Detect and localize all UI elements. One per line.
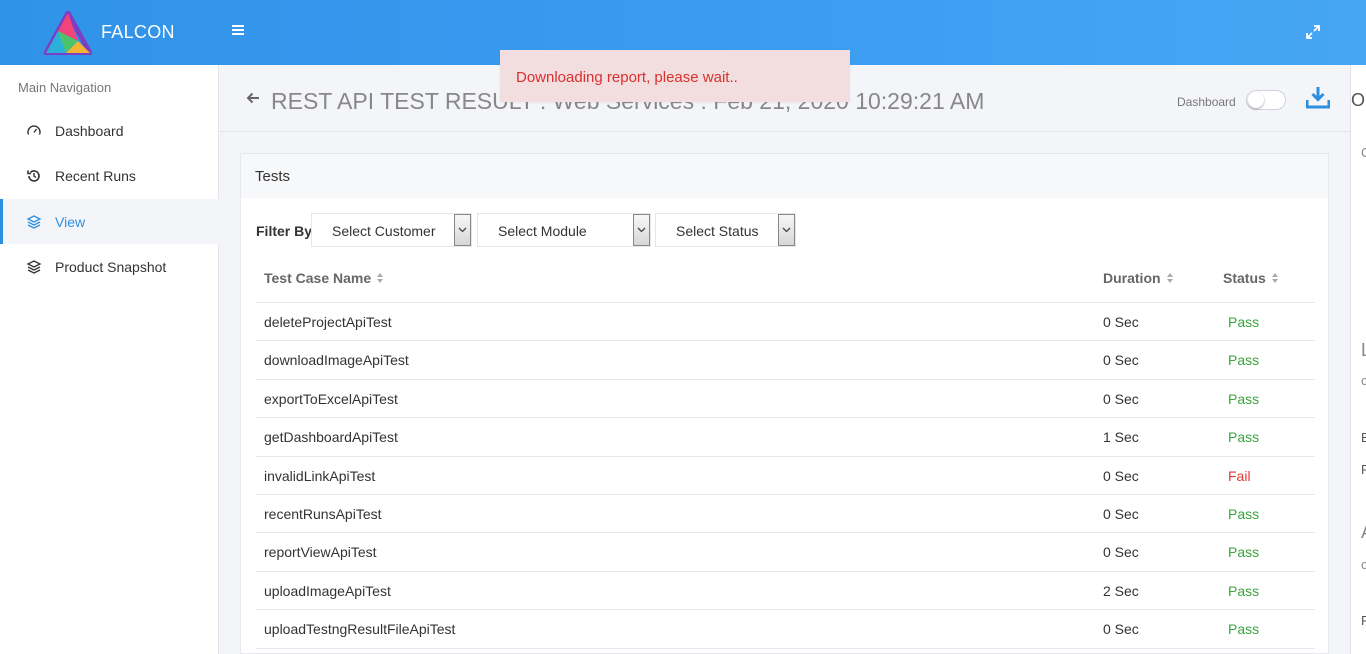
download-toast: Downloading report, please wait.. <box>500 50 850 102</box>
test-status: Pass <box>1228 582 1260 599</box>
test-status: Fail <box>1228 467 1251 484</box>
right-panel-fragment: L <box>1361 340 1366 361</box>
layers-icon <box>26 214 42 229</box>
brand-name: FALCON <box>101 22 175 42</box>
sidebar-item-label: Recent Runs <box>55 167 136 184</box>
test-name: reportViewApiTest <box>264 544 377 561</box>
nav-heading: Main Navigation <box>18 80 112 95</box>
table-row[interactable]: recentRunsApiTest 0 Sec Pass <box>256 495 1315 534</box>
right-panel-fragment: A <box>1361 522 1366 543</box>
falcon-logo-icon[interactable] <box>44 11 92 55</box>
test-duration: 0 Sec <box>1103 621 1139 638</box>
fullscreen-icon[interactable] <box>1305 24 1321 40</box>
right-panel-fragment: F <box>1361 613 1366 628</box>
test-name: downloadImageApiTest <box>264 352 409 369</box>
module-select-value: Select Module <box>498 223 587 239</box>
test-duration: 0 Sec <box>1103 390 1139 407</box>
right-panel-fragment: B <box>1361 430 1366 445</box>
sidebar-item-product-snapshot[interactable]: Product Snapshot <box>0 244 219 289</box>
chevron-down-icon[interactable] <box>454 214 471 246</box>
card-title: Tests <box>241 154 1328 198</box>
test-status: Pass <box>1228 352 1260 369</box>
sidebar-item-label: Product Snapshot <box>55 258 167 275</box>
table-row[interactable]: uploadTestngResultFileApiTest 0 Sec Pass <box>256 610 1315 649</box>
test-status: Pass <box>1228 505 1260 522</box>
right-panel-fragment: O <box>1351 90 1366 110</box>
sort-icon <box>1271 273 1278 283</box>
test-name: uploadTestngResultFileApiTest <box>264 621 456 638</box>
right-panel-fragment: c <box>1361 373 1366 388</box>
test-duration: 0 Sec <box>1103 467 1139 484</box>
chevron-down-icon[interactable] <box>633 214 650 246</box>
sidebar-item-recent-runs[interactable]: Recent Runs <box>0 153 219 198</box>
table-row[interactable]: deleteProjectApiTest 0 Sec Pass <box>256 303 1315 342</box>
table-row[interactable]: getDashboardApiTest 1 Sec Pass <box>256 418 1315 457</box>
table-row[interactable]: downloadImageApiTest 0 Sec Pass <box>256 341 1315 380</box>
customer-select[interactable]: Select Customer <box>311 213 472 247</box>
module-select[interactable]: Select Module <box>477 213 651 247</box>
test-status: Pass <box>1228 390 1260 407</box>
back-arrow-icon[interactable] <box>246 91 260 105</box>
dashboard-toggle[interactable] <box>1246 90 1286 110</box>
right-panel: O C L c B R A c F <box>1350 65 1366 654</box>
table-row[interactable]: reportViewApiTest 0 Sec Pass <box>256 533 1315 572</box>
sort-icon <box>1166 273 1173 283</box>
download-icon[interactable] <box>1306 85 1330 109</box>
test-name: deleteProjectApiTest <box>264 314 392 330</box>
speedometer-icon <box>27 124 41 135</box>
column-header-status[interactable]: Status <box>1223 270 1279 286</box>
dashboard-toggle-label: Dashboard <box>1177 95 1236 109</box>
test-duration: 0 Sec <box>1103 314 1139 330</box>
sidebar: Main Navigation Dashboard Recent Runs Vi… <box>0 65 219 654</box>
column-header-label: Test Case Name <box>264 270 372 286</box>
test-name: uploadImageApiTest <box>264 582 391 599</box>
history-icon <box>27 169 40 182</box>
table-header: Test Case Name Duration Status <box>256 260 1315 303</box>
sidebar-item-view[interactable]: View <box>0 199 219 244</box>
test-name: invalidLinkApiTest <box>264 467 376 484</box>
table-row[interactable]: invalidLinkApiTest 0 Sec Fail <box>256 457 1315 495</box>
customer-select-value: Select Customer <box>332 223 436 239</box>
test-status: Pass <box>1228 621 1260 638</box>
test-name: exportToExcelApiTest <box>264 390 398 407</box>
sort-icon <box>377 273 384 283</box>
test-duration: 0 Sec <box>1103 544 1139 561</box>
column-header-label: Duration <box>1103 270 1161 286</box>
column-header-label: Status <box>1223 270 1266 286</box>
test-status: Pass <box>1228 429 1260 446</box>
right-panel-fragment: R <box>1361 462 1366 477</box>
chevron-down-icon[interactable] <box>778 214 795 246</box>
test-duration: 0 Sec <box>1103 505 1139 522</box>
test-status: Pass <box>1228 314 1260 330</box>
test-name: recentRunsApiTest <box>264 505 382 522</box>
toggle-knob <box>1248 92 1264 108</box>
sidebar-item-dashboard[interactable]: Dashboard <box>0 108 219 153</box>
test-duration: 0 Sec <box>1103 352 1139 369</box>
tests-table: Test Case Name Duration Status deletePro… <box>256 260 1315 649</box>
column-header-duration[interactable]: Duration <box>1103 270 1174 286</box>
status-select-value: Select Status <box>676 223 759 239</box>
filter-label: Filter By <box>256 223 313 239</box>
test-status: Pass <box>1228 544 1260 561</box>
status-select[interactable]: Select Status <box>655 213 796 247</box>
sidebar-item-label: Dashboard <box>55 122 124 139</box>
table-row[interactable]: exportToExcelApiTest 0 Sec Pass <box>256 380 1315 419</box>
test-duration: 2 Sec <box>1103 582 1139 599</box>
table-row[interactable]: uploadImageApiTest 2 Sec Pass <box>256 572 1315 611</box>
right-panel-fragment: C <box>1361 145 1366 160</box>
menu-toggle-icon[interactable] <box>232 23 250 41</box>
column-header-name[interactable]: Test Case Name <box>264 270 384 286</box>
tests-card: Tests Filter By Select Customer Select M… <box>240 153 1329 654</box>
test-name: getDashboardApiTest <box>264 429 398 446</box>
layers-icon <box>26 259 42 274</box>
test-duration: 1 Sec <box>1103 429 1139 446</box>
sidebar-item-label: View <box>55 213 86 230</box>
right-panel-fragment: c <box>1361 557 1366 572</box>
